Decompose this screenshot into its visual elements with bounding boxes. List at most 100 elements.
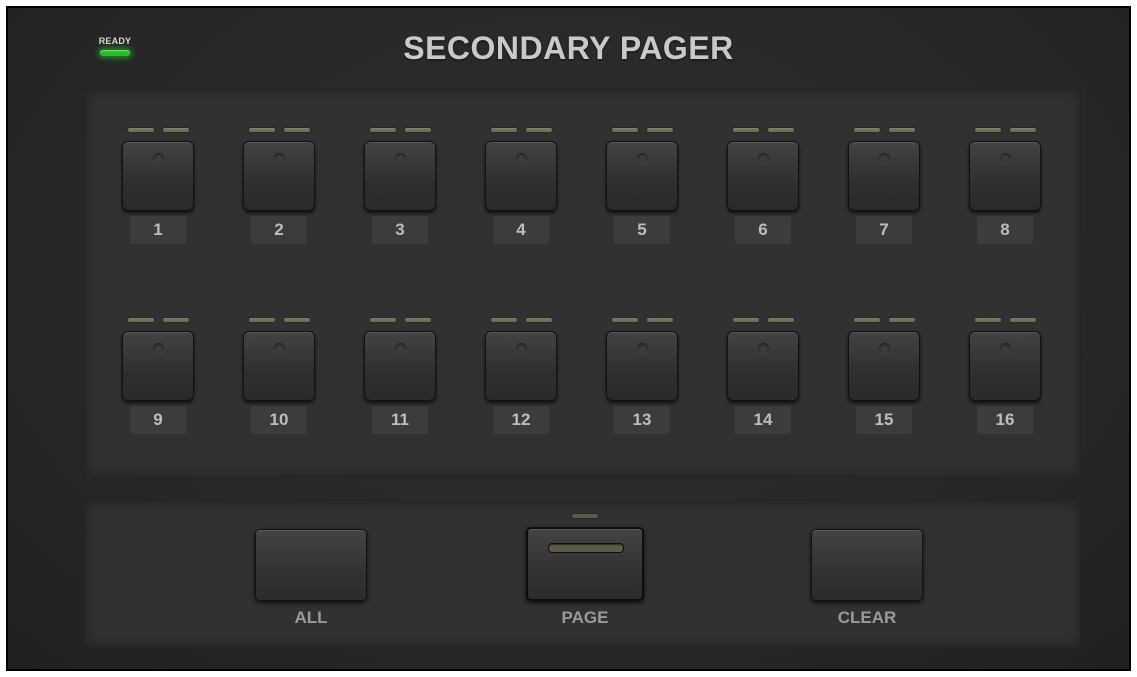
channel-button-13[interactable] (606, 331, 678, 401)
channel-button-8[interactable] (969, 141, 1041, 211)
indicator-led (247, 317, 276, 323)
channel-leds (726, 127, 800, 135)
channel-leds (363, 317, 437, 325)
channel-14: 14 (726, 317, 800, 434)
channel-label: 16 (977, 406, 1033, 434)
channel-button-6[interactable] (727, 141, 799, 211)
channel-button-15[interactable] (848, 331, 920, 401)
channel-leds (484, 317, 558, 325)
indicator-led (1008, 127, 1037, 133)
channel-1: 1 (121, 127, 195, 244)
channel-button-3[interactable] (364, 141, 436, 211)
channel-button-14[interactable] (727, 331, 799, 401)
channel-label: 6 (735, 216, 791, 244)
channel-button-7[interactable] (848, 141, 920, 211)
channel-leds (605, 317, 679, 325)
channel-leds (847, 317, 921, 325)
all-button[interactable] (255, 529, 367, 601)
channel-label: 2 (251, 216, 307, 244)
channel-7: 7 (847, 127, 921, 244)
channel-leds (847, 127, 921, 135)
channel-leds (242, 317, 316, 325)
indicator-led (282, 127, 311, 133)
pad-dot-icon (516, 153, 527, 164)
indicator-led (887, 127, 916, 133)
indicator-led (161, 127, 190, 133)
channel-8: 8 (968, 127, 1042, 244)
channel-button-5[interactable] (606, 141, 678, 211)
channel-label: 8 (977, 216, 1033, 244)
indicator-led (489, 127, 518, 133)
channel-11: 11 (363, 317, 437, 434)
pad-dot-icon (153, 153, 164, 164)
indicator-led (403, 317, 432, 323)
indicator-led (852, 317, 881, 323)
channel-leds (968, 317, 1042, 325)
channel-label: 3 (372, 216, 428, 244)
indicator-led (126, 127, 155, 133)
channel-leds (605, 127, 679, 135)
page-indicator-led (571, 513, 599, 519)
channel-button-9[interactable] (122, 331, 194, 401)
channel-panel: 1 2 3 4 5 6 7 8 9 10 11 12 13 14 15 16 (84, 88, 1081, 478)
pad-dot-icon (637, 153, 648, 164)
channel-button-16[interactable] (969, 331, 1041, 401)
channel-label: 15 (856, 406, 912, 434)
indicator-led (524, 317, 553, 323)
channel-5: 5 (605, 127, 679, 244)
indicator-led (973, 127, 1002, 133)
channel-button-4[interactable] (485, 141, 557, 211)
pad-dot-icon (1000, 153, 1011, 164)
indicator-led (645, 127, 674, 133)
pad-dot-icon (879, 153, 890, 164)
indicator-led (973, 317, 1002, 323)
page-button[interactable] (526, 527, 644, 601)
channel-button-2[interactable] (243, 141, 315, 211)
pad-dot-icon (1000, 343, 1011, 354)
indicator-led (247, 127, 276, 133)
channel-label: 12 (493, 406, 549, 434)
clear-button[interactable] (811, 529, 923, 601)
indicator-led (610, 317, 639, 323)
channel-button-12[interactable] (485, 331, 557, 401)
channel-label: 1 (130, 216, 186, 244)
channel-leds (121, 127, 195, 135)
indicator-led (1008, 317, 1037, 323)
pad-dot-icon (758, 343, 769, 354)
channel-leds (968, 127, 1042, 135)
indicator-led (731, 317, 760, 323)
channel-13: 13 (605, 317, 679, 434)
all-label: ALL (294, 608, 328, 627)
channel-leds (242, 127, 316, 135)
pad-dot-icon (274, 343, 285, 354)
channel-button-10[interactable] (243, 331, 315, 401)
page-slot-icon (548, 543, 624, 553)
channel-leds (726, 317, 800, 325)
pad-dot-icon (637, 343, 648, 354)
indicator-led (368, 127, 397, 133)
page-title: SECONDARY PAGER (403, 30, 734, 66)
indicator-led (126, 317, 155, 323)
channel-label: 5 (614, 216, 670, 244)
channel-button-11[interactable] (364, 331, 436, 401)
channel-button-1[interactable] (122, 141, 194, 211)
channel-12: 12 (484, 317, 558, 434)
indicator-led (524, 127, 553, 133)
channel-15: 15 (847, 317, 921, 434)
channel-10: 10 (242, 317, 316, 434)
channel-3: 3 (363, 127, 437, 244)
indicator-led (766, 127, 795, 133)
control-panel: ALL PAGE CLEAR (84, 500, 1081, 648)
channel-9: 9 (121, 317, 195, 434)
channel-leds (484, 127, 558, 135)
channel-6: 6 (726, 127, 800, 244)
channel-leds (363, 127, 437, 135)
channel-leds (121, 317, 195, 325)
indicator-led (610, 127, 639, 133)
pad-dot-icon (153, 343, 164, 354)
channel-label: 7 (856, 216, 912, 244)
pad-dot-icon (758, 153, 769, 164)
channel-label: 4 (493, 216, 549, 244)
pad-dot-icon (395, 153, 406, 164)
channel-label: 10 (251, 406, 307, 434)
